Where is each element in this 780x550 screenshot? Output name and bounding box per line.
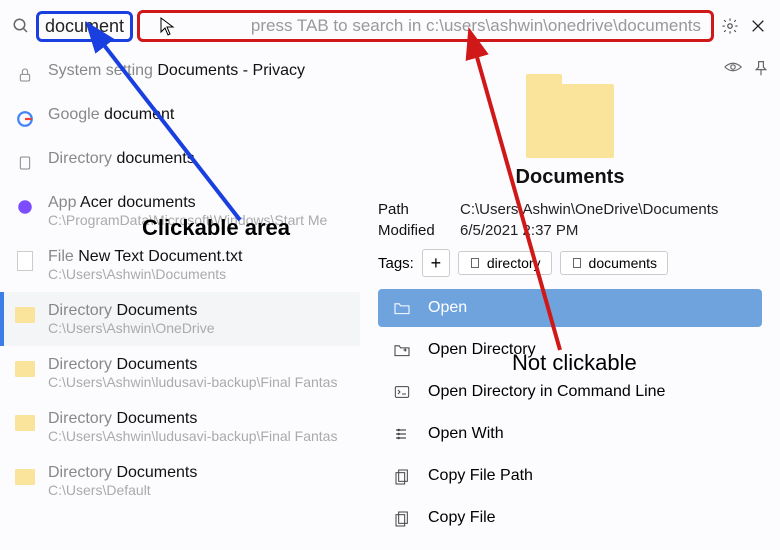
preview-panel: Documents Path C:\Users\Ashwin\OneDrive\… [360,52,780,550]
action-copy-file[interactable]: Copy File [378,499,762,537]
action-label: Copy File [428,509,496,527]
google-icon [14,108,36,130]
folder-icon [14,358,36,380]
results-list: System setting Documents - Privacy Google… [0,52,360,550]
annotation-clickable: Clickable area [142,215,290,241]
modified-label: Modified [378,222,460,239]
action-label: Open With [428,425,504,443]
result-title: Directory Documents [48,356,352,374]
folder-icon [14,412,36,434]
action-open[interactable]: Open [378,289,762,327]
tag[interactable]: directory [458,251,552,275]
result-subtitle: C:\Users\Ashwin\ludusavi-backup\Final Fa… [48,428,352,444]
search-query[interactable]: document [36,11,133,42]
add-tag-button[interactable]: + [422,249,450,277]
result-title: App Acer documents [48,194,352,212]
lock-icon [14,64,36,86]
action-label: Open [428,299,467,317]
search-icon [10,15,32,37]
action-label: Copy File Path [428,467,533,485]
result-item[interactable]: Directory DocumentsC:\Users\Ashwin\ludus… [0,400,360,454]
file-icon [14,250,36,272]
result-item[interactable]: System setting Documents - Privacy [0,52,360,96]
copy-file-icon [392,509,412,527]
action-open-with[interactable]: Open With [378,415,762,453]
pin-icon[interactable] [754,60,768,81]
terminal-icon [392,385,412,399]
open-with-icon [392,427,412,441]
preview-toggle-icon[interactable] [724,60,742,81]
result-item[interactable]: Directory DocumentsC:\Users\Ashwin\ludus… [0,346,360,400]
result-title: Directory Documents [48,410,352,428]
result-item[interactable]: Directory DocumentsC:\Users\Default [0,454,360,508]
result-title: File New Text Document.txt [48,248,352,266]
result-item[interactable]: File New Text Document.txtC:\Users\Ashwi… [0,238,360,292]
preview-title: Documents [378,166,762,189]
folder-large-icon [526,84,614,158]
page-icon [14,152,36,174]
action-label: Open Directory in Command Line [428,383,665,401]
path-label: Path [378,201,460,218]
result-title: Directory Documents [48,464,352,482]
path-value: C:\Users\Ashwin\OneDrive\Documents [460,201,718,218]
result-title: Directory documents [48,150,352,168]
tag[interactable]: documents [560,251,668,275]
result-item[interactable]: Directory DocumentsC:\Users\Ashwin\OneDr… [0,292,360,346]
result-subtitle: C:\Users\Ashwin\ludusavi-backup\Final Fa… [48,374,352,390]
folder-open-icon [392,301,412,315]
close-button[interactable] [746,14,770,38]
action-copy-file-path[interactable]: Copy File Path [378,457,762,495]
copy-path-icon [392,467,412,485]
search-path-hint[interactable]: press TAB to search in c:\users\ashwin\o… [137,10,714,42]
action-open-directory-in-command-line[interactable]: Open Directory in Command Line [378,373,762,411]
result-subtitle: C:\Users\Ashwin\Documents [48,266,352,282]
tags-label: Tags: [378,255,414,272]
result-title: Directory Documents [48,302,352,320]
result-title: Google document [48,106,352,124]
result-title: System setting Documents - Privacy [48,62,352,80]
result-subtitle: C:\Users\Default [48,482,352,498]
folder-icon [14,466,36,488]
settings-button[interactable] [718,14,742,38]
result-item[interactable]: Directory documents [0,140,360,184]
folder-icon [14,304,36,326]
result-subtitle: C:\Users\Ashwin\OneDrive [48,320,352,336]
result-item[interactable]: Google document [0,96,360,140]
annotation-not-clickable: Not clickable [512,350,637,376]
open-dir-icon [392,343,412,357]
app-icon [14,196,36,218]
modified-value: 6/5/2021 2:37 PM [460,222,578,239]
